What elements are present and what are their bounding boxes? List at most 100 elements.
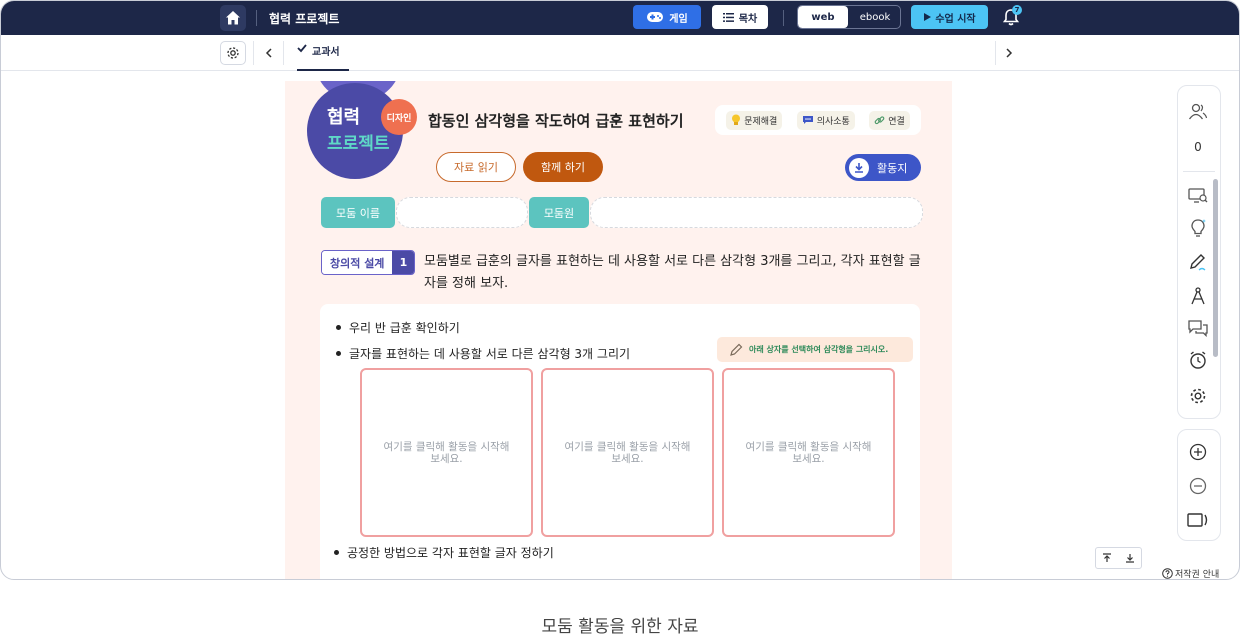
- group-member-input[interactable]: [590, 197, 923, 228]
- hint-text: 아래 상자를 선택하여 삼각형을 그리시오.: [749, 345, 889, 354]
- compass-button[interactable]: [1187, 285, 1209, 307]
- group-member-label: 모둠원: [529, 197, 589, 228]
- page-title: 협력 프로젝트: [269, 12, 340, 26]
- chat-button[interactable]: [1187, 317, 1209, 339]
- tab-textbook[interactable]: 교과서: [297, 43, 349, 71]
- draw-box-3[interactable]: 여기를 클릭해 활동을 시작해 보세요.: [722, 368, 895, 537]
- home-icon: [226, 11, 240, 25]
- start-class-button[interactable]: 수업 시작: [911, 5, 988, 29]
- notification-badge: 7: [1012, 5, 1022, 15]
- settings-button[interactable]: [220, 41, 246, 65]
- gear-icon: [227, 47, 239, 59]
- lesson-content: 협력 프로젝트 디자인 합동인 삼각형을 작도하여 급훈 표현하기 문제해결 의…: [285, 81, 952, 579]
- download-icon: [849, 157, 869, 178]
- pen-icon: [1190, 254, 1206, 271]
- bullet-text: 글자를 표현하는 데 사용할 서로 다른 삼각형 3개 그리기: [349, 347, 631, 361]
- pencil-icon: [730, 343, 743, 356]
- badge-line2: 프로젝트: [327, 134, 390, 154]
- monitor-search-icon: [1188, 188, 1208, 203]
- view-web-button[interactable]: web: [798, 6, 848, 28]
- timer-button[interactable]: [1187, 349, 1209, 371]
- do-together-button[interactable]: 함께 하기: [523, 152, 603, 182]
- scroll-controls: [1095, 547, 1142, 569]
- participant-count: 0: [1194, 140, 1202, 154]
- play-icon: [924, 13, 932, 21]
- prev-tab-button[interactable]: [261, 45, 277, 61]
- next-tab-button[interactable]: [1001, 45, 1017, 61]
- draw-box-text: 여기를 클릭해 활동을 시작해 보세요.: [745, 440, 872, 465]
- list-item: 우리 반 급훈 확인하기: [336, 319, 460, 336]
- draw-box-2[interactable]: 여기를 클릭해 활동을 시작해 보세요.: [541, 368, 714, 537]
- copyright-label: 저작권 안내: [1175, 570, 1220, 580]
- zoom-in-button[interactable]: [1187, 441, 1209, 463]
- draw-box-1[interactable]: 여기를 클릭해 활동을 시작해 보세요.: [360, 368, 533, 537]
- draw-box-text: 여기를 클릭해 활동을 시작해 보세요.: [564, 440, 691, 465]
- worksheet-label: 활동지: [877, 161, 908, 175]
- help-icon: [1162, 568, 1173, 579]
- task-tag-label: 창의적 설계: [322, 251, 393, 274]
- toc-label: 목차: [738, 13, 758, 25]
- zoom-out-button[interactable]: [1187, 475, 1209, 497]
- top-bar: 협력 프로젝트 게임 목차 web ebook 수업 시작 7: [1, 1, 1239, 35]
- scroll-bottom-button[interactable]: [1119, 548, 1142, 568]
- skill-label: 문제해결: [744, 116, 778, 127]
- users-icon: [1188, 103, 1208, 120]
- app-window: 협력 프로젝트 게임 목차 web ebook 수업 시작 7 교과서 협력 프…: [0, 0, 1240, 580]
- divider: [256, 10, 257, 26]
- chat-icon: [1188, 320, 1208, 337]
- game-button[interactable]: 게임: [633, 5, 701, 29]
- lightbulb-icon: [732, 114, 741, 125]
- skill-label: 의사소통: [816, 116, 850, 127]
- fit-screen-button[interactable]: [1187, 509, 1209, 531]
- toc-button[interactable]: 목차: [712, 5, 768, 29]
- fit-screen-icon: [1187, 513, 1208, 527]
- home-button[interactable]: [220, 5, 246, 31]
- design-tag: 디자인: [381, 99, 417, 135]
- skill-connection: 연결: [869, 110, 910, 130]
- view-ebook-button[interactable]: ebook: [850, 6, 900, 28]
- arrow-down-icon: [1125, 554, 1134, 563]
- idea-button[interactable]: [1187, 217, 1209, 239]
- toolbar-scrollbar[interactable]: [1213, 179, 1218, 357]
- skill-tags: 문제해결 의사소통 연결: [715, 105, 921, 135]
- divider: [283, 41, 284, 65]
- link-icon: [874, 115, 885, 124]
- group-name-input[interactable]: [396, 197, 528, 228]
- view-toggle: web ebook: [797, 5, 901, 29]
- toolbar-settings-button[interactable]: [1187, 385, 1209, 407]
- figure-caption: 모둠 활동을 위한 자료: [541, 617, 699, 637]
- scroll-top-button[interactable]: [1096, 548, 1119, 568]
- gear-icon: [1190, 388, 1206, 404]
- lesson-title: 합동인 삼각형을 작도하여 급훈 표현하기: [428, 112, 684, 130]
- skill-problem-solving: 문제해결: [726, 110, 783, 130]
- list-icon: [722, 12, 734, 22]
- bullet-text: 우리 반 급훈 확인하기: [349, 321, 460, 335]
- chat-icon: [802, 116, 813, 124]
- worksheet-button[interactable]: 활동지: [845, 154, 921, 181]
- worksheet-card: 우리 반 급훈 확인하기 글자를 표현하는 데 사용할 서로 다른 삼각형 3개…: [320, 304, 920, 579]
- task-number: 1: [392, 251, 415, 274]
- start-label: 수업 시작: [935, 13, 976, 25]
- zoom-in-icon: [1189, 443, 1207, 461]
- screen-monitor-button[interactable]: [1187, 185, 1209, 207]
- pen-button[interactable]: [1187, 251, 1209, 273]
- skill-communication: 의사소통: [796, 110, 855, 130]
- divider: [783, 10, 784, 26]
- tab-label: 교과서: [312, 47, 340, 58]
- compass-icon: [1191, 287, 1205, 305]
- read-material-button[interactable]: 자료 읽기: [436, 152, 516, 182]
- check-icon: [297, 44, 307, 53]
- divider: [1183, 171, 1215, 172]
- copyright-link[interactable]: 저작권 안내: [1162, 567, 1220, 580]
- task-instruction: 모둠별로 급훈의 글자를 표현하는 데 사용할 서로 다른 삼각형 3개를 그리…: [424, 254, 921, 291]
- divider: [995, 41, 996, 65]
- participants-button[interactable]: [1187, 101, 1209, 123]
- lightbulb-icon: [1191, 219, 1206, 237]
- draw-box-text: 여기를 클릭해 활동을 시작해 보세요.: [383, 440, 510, 465]
- chevron-right-icon: [1006, 48, 1013, 58]
- gamepad-icon: [647, 12, 664, 22]
- list-item: 공정한 방법으로 각자 표현할 글자 정하기: [334, 544, 554, 561]
- timer-icon: [1190, 351, 1206, 369]
- group-name-label: 모둠 이름: [321, 197, 395, 228]
- hint-box: 아래 상자를 선택하여 삼각형을 그리시오.: [717, 337, 913, 362]
